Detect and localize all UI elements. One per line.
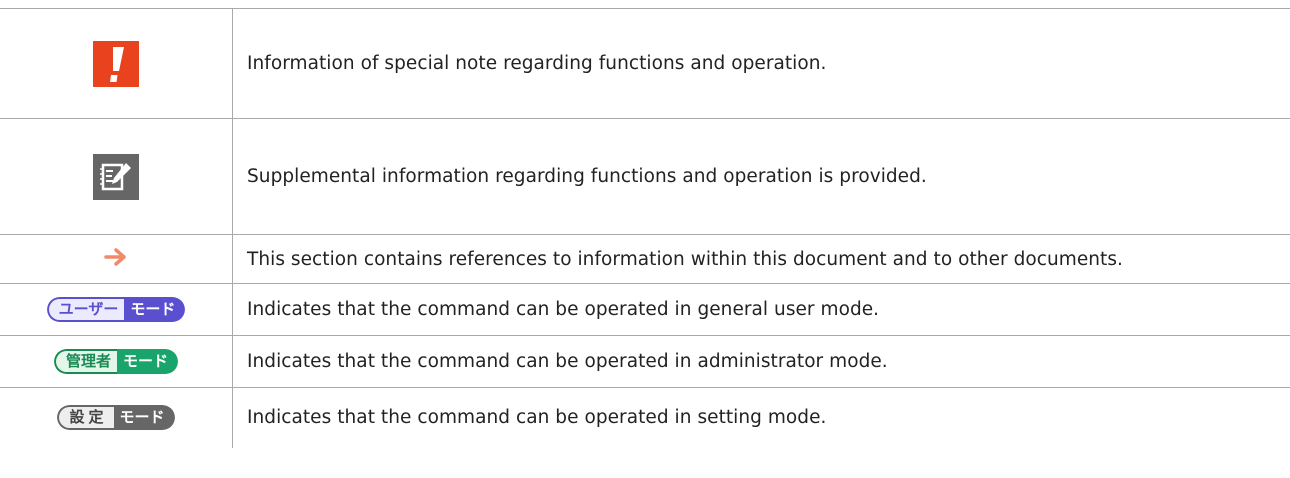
legend-description: This section contains references to info… xyxy=(232,234,1290,284)
legend-row-note: Supplemental information regarding funct… xyxy=(0,118,1290,235)
icon-cell xyxy=(0,234,233,284)
legend-row-admin-mode: 管理者 モード Indicates that the command can b… xyxy=(0,335,1290,388)
legend-row-setting-mode: 設定 モード Indicates that the command can be… xyxy=(0,387,1290,448)
legend-description: Indicates that the command can be operat… xyxy=(232,283,1290,336)
administrator-mode-badge: 管理者 モード xyxy=(53,349,179,374)
icon-cell xyxy=(0,8,233,119)
warning-exclamation-icon xyxy=(93,40,139,87)
badge-mode-name: 設定 xyxy=(57,405,114,431)
legend-description: Supplemental information regarding funct… xyxy=(232,118,1290,235)
icon-cell: 管理者 モード xyxy=(0,335,233,388)
icon-cell: ユーザー モード xyxy=(0,283,233,336)
badge-mode-name: 管理者 xyxy=(53,349,117,374)
legend-row-user-mode: ユーザー モード Indicates that the command can … xyxy=(0,283,1290,336)
legend-description: Information of special note regarding fu… xyxy=(232,8,1290,119)
user-mode-badge: ユーザー モード xyxy=(46,297,186,322)
symbol-legend-table: Information of special note regarding fu… xyxy=(0,8,1290,448)
badge-mode-label: モード xyxy=(113,405,175,431)
icon-cell: 設定 モード xyxy=(0,387,233,448)
badge-mode-label: モード xyxy=(124,297,186,322)
badge-mode-name: ユーザー xyxy=(46,297,125,322)
reference-arrow-icon xyxy=(104,247,128,271)
icon-cell xyxy=(0,118,233,235)
setting-mode-badge: 設定 モード xyxy=(57,405,175,431)
note-pencil-icon xyxy=(93,153,139,200)
legend-row-reference: This section contains references to info… xyxy=(0,234,1290,284)
legend-description: Indicates that the command can be operat… xyxy=(232,335,1290,388)
legend-row-important: Information of special note regarding fu… xyxy=(0,8,1290,119)
legend-description: Indicates that the command can be operat… xyxy=(232,387,1290,448)
badge-mode-label: モード xyxy=(117,349,179,374)
